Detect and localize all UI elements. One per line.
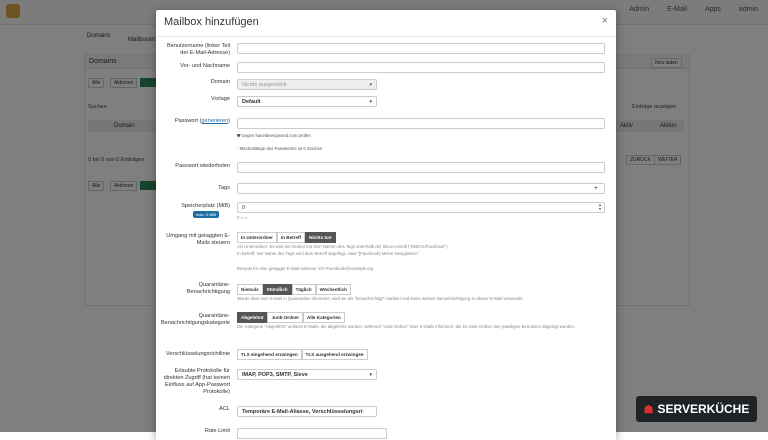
acl-select-value: Temporäre E-Mail-Aliasse, Verschlüsselun… [242,409,365,415]
template-select-value: Default [242,99,261,105]
tag-subject-button[interactable]: In Betreff [276,232,306,243]
chevron-down-icon: ▾ [369,372,372,378]
quota-max-badge: max. 0 MiB [193,211,220,218]
encryption-options: TLS eingehend erzwingen TLS ausgehend er… [237,349,368,360]
quarantine-category-help: Die Kategorie "Abgelehnt" umfasst E-Mail… [237,324,576,329]
password-label-text: Passwort ( [174,118,202,124]
domain-label: Domain [210,79,230,85]
quarantine-hourly-button[interactable]: Stündlich [262,284,292,295]
domain-select[interactable]: Nichts ausgewählt ▾ [237,79,377,90]
category-junk-button[interactable]: Junk-Ordner [267,312,304,323]
template-label: Vorlage [211,96,230,102]
acl-label: ACL [219,406,230,412]
watermark-text: SERVERKÜCHE [657,402,750,416]
category-all-button[interactable]: Alle Kategorien [303,312,345,323]
tag-nothing-button[interactable]: Nichts tun [305,232,336,243]
tls-outbound-button[interactable]: TLS ausgehend erzwingen [301,349,368,360]
quarantine-category-label: Quarantäne-Benachrichtigungskategorie [160,313,230,326]
password-label: Passwort (generieren) [160,118,230,125]
quarantine-never-button[interactable]: Niemals [237,284,263,295]
quarantine-weekly-button[interactable]: Wöchentlich [315,284,351,295]
fullname-label: Vor- und Nachname [180,63,230,69]
tag-subfolder-button[interactable]: In Unterordner [237,232,277,243]
add-mailbox-modal: Mailbox hinzufügen × Benutzername (linke… [156,10,616,440]
password-min-hint: - Mindestlänge des Passwortes ist 6 Zeic… [237,146,323,151]
close-icon[interactable]: × [602,15,608,27]
category-rejected-button[interactable]: Abgelehnt [237,312,268,323]
quarantine-label: Quarantäne-Benachrichtigung [186,282,230,295]
spinner-icon[interactable]: ▴ ▾ [599,203,601,211]
tagged-mail-options: In Unterordner In Betreff Nichts tun [237,232,336,243]
tagged-help-subject: In Betreff: Der Name des Tags wird dem B… [237,251,420,256]
username-label: Benutzername (linker Teil der E-Mail-Adr… [166,43,230,56]
generate-password-link[interactable]: generieren [201,118,228,124]
tags-input[interactable]: + [237,183,605,194]
chevron-down-icon: ▾ [369,82,372,88]
quarantine-daily-button[interactable]: Täglich [291,284,316,295]
add-tag-icon[interactable]: + [594,185,598,192]
protocols-select-value: IMAP, POP3, SMTP, Sieve [242,372,308,378]
quota-input[interactable]: 0 ▴ ▾ [237,202,605,213]
pwned-check[interactable]: ⛊ Gegen haveibeenpwned.com prüfen [237,133,605,139]
password-repeat-label: Passwort wiederholen [175,163,230,169]
quarantine-help: Wurde über eine E-Mail in Quarantäne inf… [237,296,524,301]
tagged-example: Beispiel für eine getaggte E-Mail-Adress… [237,266,374,271]
tagged-mail-label: Umgang mit getaggten E-Mails steuern [166,233,230,246]
quarantine-category-options: Abgelehnt Junk-Ordner Alle Kategorien [237,312,345,323]
template-select[interactable]: Default ▾ [237,96,377,107]
encryption-label: Verschlüsselungsrichtlinie [165,351,230,357]
tags-label: Tags [218,185,230,191]
domain-select-value: Nichts ausgewählt [242,82,287,88]
password-input[interactable] [237,118,605,129]
password-repeat-input[interactable] [237,162,605,173]
quota-value: 0 [242,205,246,211]
serverkueche-watermark: ☗ SERVERKÜCHE [636,396,757,422]
acl-select[interactable]: Temporäre E-Mail-Aliasse, Verschlüsselun… [237,406,377,417]
username-input[interactable] [237,43,605,54]
quota-label: Speicherplatz (MiB) [181,203,230,209]
rate-limit-input[interactable] [237,428,387,439]
protocols-select[interactable]: IMAP, POP3, SMTP, Sieve ▾ [237,369,377,380]
quota-hint: 0 = ∞ [237,215,248,220]
protocols-label: Erlaubte Protokolle für direkten Zugriff… [163,368,230,395]
modal-title: Mailbox hinzufügen [164,16,259,28]
password-label-close: ) [228,118,230,124]
tagged-help-subfolder: Als Unterordner: Es wird ein Ordner mit … [237,244,449,249]
modal-divider [156,36,616,37]
tls-inbound-button[interactable]: TLS eingehend erzwingen [237,349,302,360]
quarantine-options: Niemals Stündlich Täglich Wöchentlich [237,284,351,295]
pwned-check-label: Gegen haveibeenpwned.com prüfen [241,133,311,138]
fullname-input[interactable] [237,62,605,73]
chef-hat-icon: ☗ [643,403,654,416]
chevron-down-icon: ▾ [369,99,372,105]
